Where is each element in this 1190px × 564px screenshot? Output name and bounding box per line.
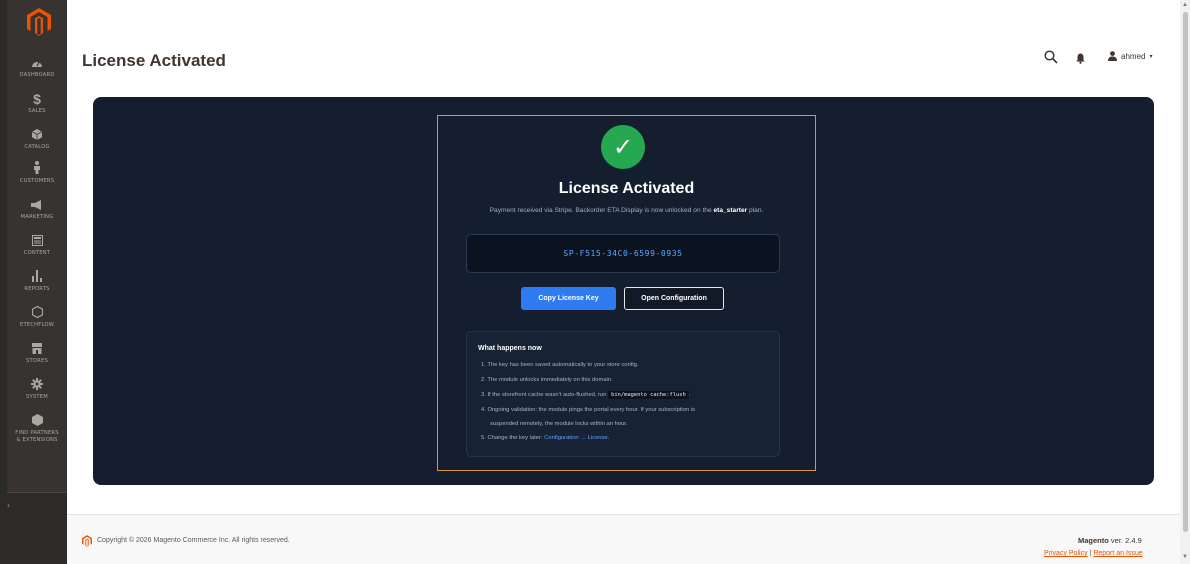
cube-icon — [7, 126, 67, 144]
list-item-text-end: . — [688, 392, 691, 398]
megaphone-icon — [7, 196, 67, 214]
sidebar-item-label: CATALOG — [24, 144, 50, 150]
admin-sidebar: DASHBOARD $ SALES CATALOG CUSTOMERS MARK… — [7, 0, 67, 564]
info-title: What happens now — [478, 345, 542, 352]
subtitle-text-end: plan. — [747, 207, 764, 214]
sidebar-item-catalog[interactable]: CATALOG — [7, 126, 67, 162]
dashboard-icon — [7, 54, 67, 72]
list-item: 2. The module unlocks immediately on thi… — [481, 377, 613, 383]
page-title: License Activated — [82, 51, 226, 70]
sidebar-item-label: MARKETING — [20, 214, 54, 220]
sidebar-item-sales[interactable]: $ SALES — [7, 90, 67, 126]
scroll-down-icon[interactable]: ▼ — [1182, 554, 1188, 560]
plan-name: eta_starter — [713, 207, 748, 214]
version-info: Magento ver. 2.4.9 — [1078, 536, 1142, 545]
report-issue-link[interactable]: Report an Issue — [1093, 550, 1142, 557]
license-key-display[interactable]: SP-F515-34C0-6599-0935 — [466, 234, 780, 273]
sidebar-item-customers[interactable]: CUSTOMERS — [7, 160, 67, 196]
scroll-up-icon[interactable]: ▲ — [1182, 2, 1188, 8]
list-item-text: 5. Change the key later: — [481, 435, 545, 441]
partners-icon — [7, 412, 67, 430]
copy-license-key-button[interactable]: Copy License Key — [521, 287, 616, 310]
list-item: 1. The key has been saved automatically … — [481, 362, 639, 368]
list-item-continued: suspended remotely, the module locks wit… — [490, 421, 628, 427]
user-icon — [1108, 51, 1117, 61]
window-edge — [0, 0, 7, 564]
sidebar-footer — [7, 492, 67, 564]
bar-chart-icon — [7, 268, 67, 286]
sidebar-item-label: SYSTEM — [26, 394, 48, 400]
search-icon[interactable] — [1044, 50, 1058, 64]
dollar-icon: $ — [33, 91, 41, 107]
sidebar-item-label: SALES — [28, 108, 46, 114]
configuration-license-link[interactable]: Configuration → License — [544, 435, 607, 441]
sidebar-item-label: & EXTENSIONS — [16, 437, 58, 443]
subtitle-text: Payment received via Stripe. Backorder E… — [489, 207, 714, 214]
sidebar-item-label: CUSTOMERS — [19, 178, 55, 184]
magento-logo-icon[interactable] — [27, 8, 51, 36]
store-icon — [7, 340, 67, 358]
sidebar-item-find-partners[interactable]: FIND PARTNERS & EXTENSIONS — [7, 412, 67, 454]
version-text: ver. 2.4.9 — [1108, 536, 1142, 545]
magento-footer-logo-icon — [82, 535, 92, 547]
check-icon: ✓ — [601, 125, 645, 169]
list-item: 3. If the storefront cache wasn't auto-f… — [481, 391, 690, 399]
open-configuration-button[interactable]: Open Configuration — [624, 287, 724, 310]
sidebar-item-label: REPORTS — [24, 286, 50, 292]
user-menu[interactable]: ahmed ▾ — [1108, 51, 1152, 61]
sidebar-item-label: STORES — [26, 358, 48, 364]
sidebar-item-dashboard[interactable]: DASHBOARD — [7, 54, 67, 90]
list-item: 4. Ongoing validation: the module pings … — [481, 407, 695, 413]
footer-links: Privacy Policy | Report an Issue — [1044, 550, 1143, 557]
list-item: 5. Change the key later: Configuration →… — [481, 435, 609, 441]
sidebar-item-system[interactable]: SYSTEM — [7, 376, 67, 412]
list-item-text-end: . — [607, 435, 610, 441]
list-item-text: 3. If the storefront cache wasn't auto-f… — [481, 392, 607, 398]
chevron-right-icon[interactable]: › — [7, 500, 10, 510]
link-separator: | — [1089, 550, 1092, 557]
sidebar-item-etechflow[interactable]: ETECHFLOW — [7, 304, 67, 340]
sidebar-item-reports[interactable]: REPORTS — [7, 268, 67, 304]
privacy-policy-link[interactable]: Privacy Policy — [1044, 550, 1088, 557]
gear-icon — [7, 376, 67, 394]
sidebar-item-label: DASHBOARD — [19, 72, 55, 78]
card-subtitle: Payment received via Stripe. Backorder E… — [437, 207, 816, 214]
card-title: License Activated — [558, 180, 695, 197]
brand-name: Magento — [1078, 536, 1109, 545]
scrollbar-thumb[interactable] — [1183, 12, 1188, 532]
sidebar-item-label: FIND PARTNERS — [15, 430, 59, 436]
sidebar-item-label: ETECHFLOW — [20, 322, 54, 328]
bell-icon[interactable] — [1076, 53, 1085, 64]
copyright-text: Copyright © 2026 Magento Commerce Inc. A… — [97, 537, 290, 544]
person-icon — [7, 160, 67, 178]
sidebar-item-label: CONTENT — [23, 250, 51, 256]
hexagon-icon — [7, 304, 67, 322]
command-code: bin/magento cache:flush — [608, 391, 689, 399]
layout-icon — [7, 232, 67, 250]
sidebar-item-marketing[interactable]: MARKETING — [7, 196, 67, 232]
sidebar-item-stores[interactable]: STORES — [7, 340, 67, 376]
user-name: ahmed — [1121, 51, 1146, 61]
caret-down-icon: ▾ — [1149, 53, 1153, 60]
sidebar-item-content[interactable]: CONTENT — [7, 232, 67, 268]
